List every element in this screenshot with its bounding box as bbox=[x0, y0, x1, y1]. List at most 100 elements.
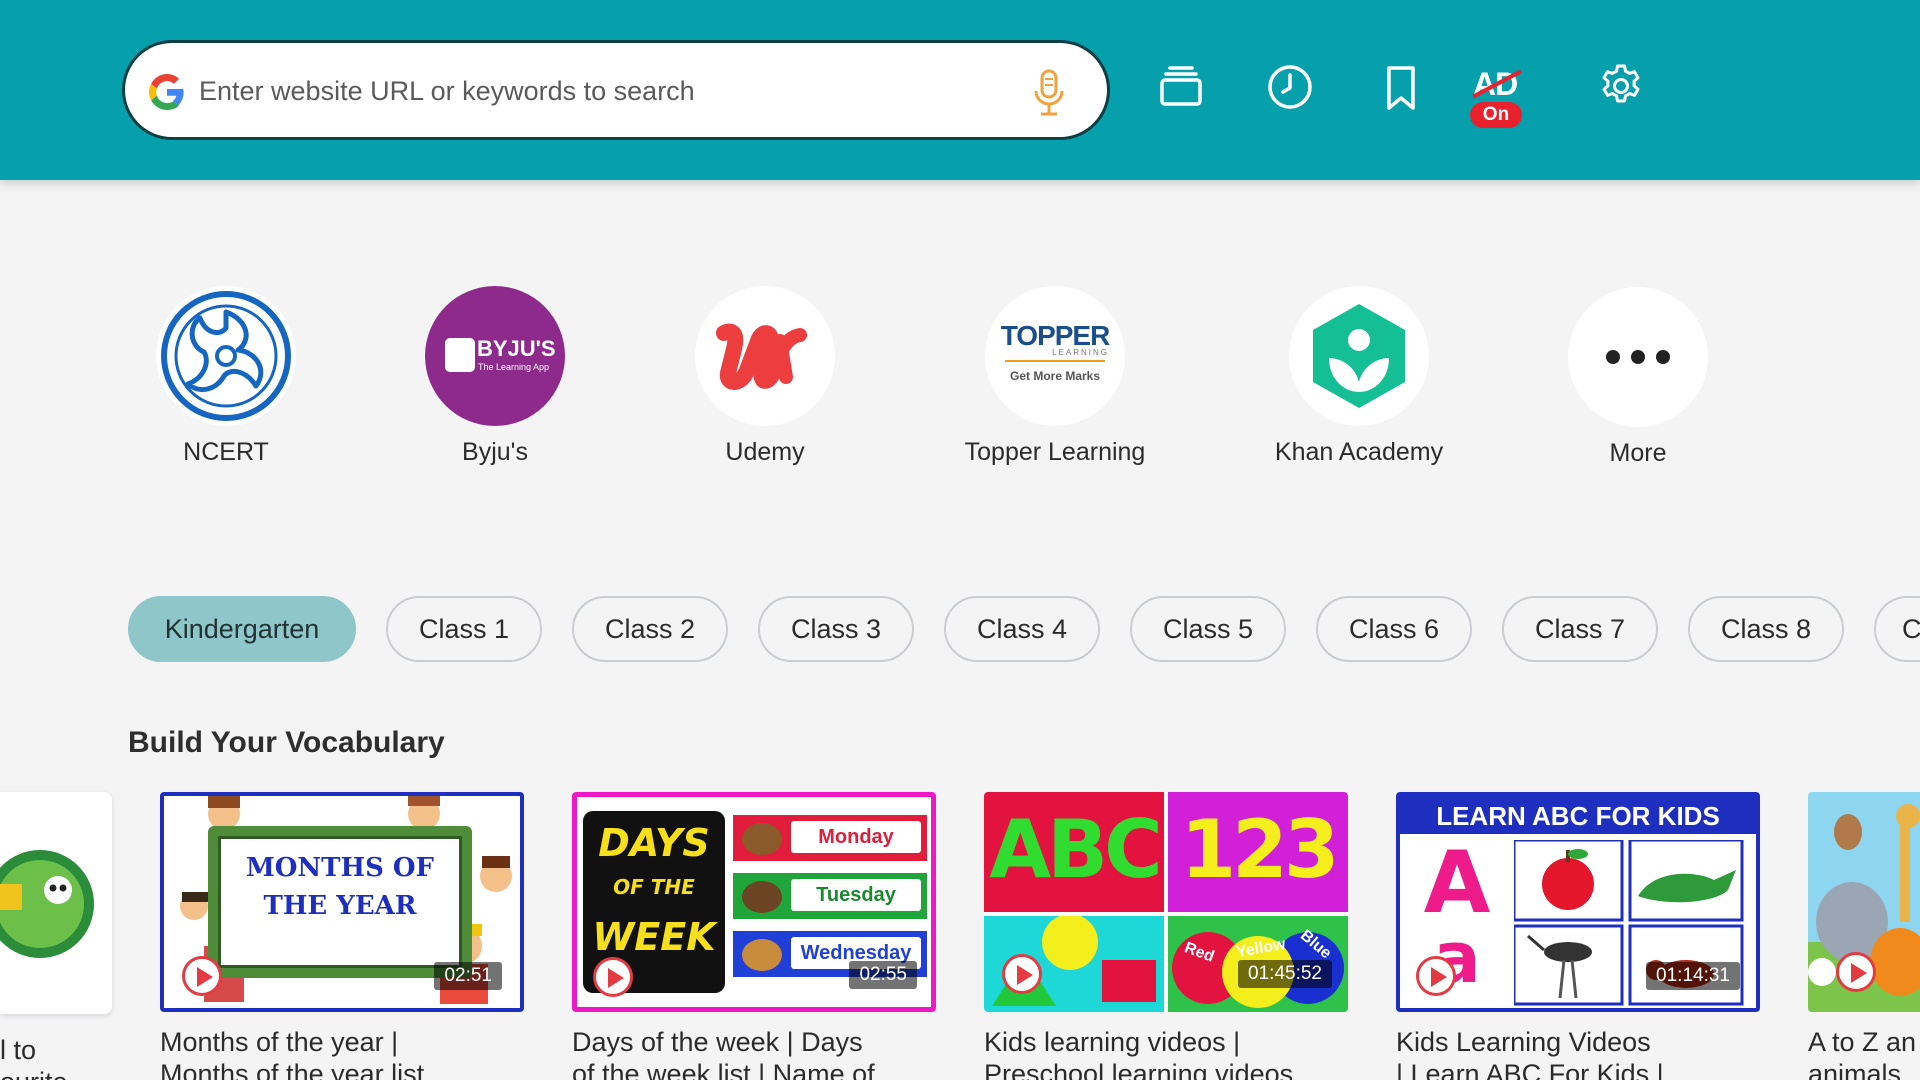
video-card-abc123[interactable]: ABC 123 Red Yellow Blue 01:45:52 Kids le bbox=[984, 792, 1348, 1080]
video-title: Kids learning videos | Preschool learnin… bbox=[984, 1026, 1344, 1080]
video-thumbnail: ABC 123 Red Yellow Blue 01:45:52 bbox=[984, 792, 1348, 1012]
abc-panel: ABC bbox=[984, 792, 1164, 912]
settings-icon[interactable] bbox=[1597, 62, 1645, 110]
thumb-text-line1: MONTHS OF bbox=[245, 853, 435, 883]
chip-class-1[interactable]: Class 1 bbox=[386, 596, 542, 662]
thumb-text-line2: THE YEAR bbox=[263, 891, 417, 921]
video-title-line1: Kids Learning Videos bbox=[1396, 1027, 1651, 1057]
byjus-logo-text: BYJU'S bbox=[477, 336, 556, 361]
video-thumbnail bbox=[1808, 792, 1920, 1012]
khan-academy-logo bbox=[1289, 286, 1429, 426]
thumb-text-line1: ABC bbox=[989, 803, 1163, 896]
number-panel: 123 bbox=[1168, 792, 1348, 912]
video-title-line2: of the week list | Name of bbox=[572, 1059, 875, 1080]
shortcut-label: NCERT bbox=[183, 438, 269, 466]
video-thumbnail: LEARN ABC FOR KIDS A a 01:14:31 bbox=[1396, 792, 1760, 1012]
microphone-icon[interactable] bbox=[1031, 69, 1067, 117]
video-thumbnail: MONTHS OF THE YEAR 02:51 bbox=[160, 792, 524, 1012]
video-title-line1: Days of the week | Days bbox=[572, 1027, 863, 1057]
video-title: Days of the week | Days of the week list… bbox=[572, 1026, 932, 1080]
ad-block-icon[interactable]: AD On bbox=[1468, 64, 1526, 130]
bookmark-icon[interactable] bbox=[1377, 64, 1425, 112]
board-surface: MONTHS OF THE YEAR bbox=[218, 836, 462, 968]
shortcut-label: Udemy bbox=[725, 438, 805, 466]
play-icon bbox=[182, 956, 222, 996]
chip-class-5[interactable]: Class 5 bbox=[1130, 596, 1286, 662]
play-icon bbox=[1002, 954, 1042, 994]
video-card-learn-abc[interactable]: LEARN ABC FOR KIDS A a 01:14:31 Kids Lea… bbox=[1396, 792, 1760, 1080]
video-duration: 01:45:52 bbox=[1238, 960, 1332, 988]
shortcut-label: Byju's bbox=[462, 438, 528, 466]
chip-class-6[interactable]: Class 6 bbox=[1316, 596, 1472, 662]
video-title-line2: | Learn ABC For Kids | bbox=[1396, 1059, 1664, 1080]
topper-learning-logo: TOPPER LEARNING Get More Marks bbox=[985, 286, 1125, 426]
partial-card-thumbnail bbox=[0, 850, 94, 958]
tabs-icon[interactable] bbox=[1157, 62, 1205, 110]
video-card-a-to-z-animals[interactable]: A to Z an animals bbox=[1808, 792, 1920, 1080]
thumb-text-line1: DAYS bbox=[598, 821, 710, 865]
section-title: Build Your Vocabulary bbox=[128, 726, 445, 759]
search-input[interactable] bbox=[199, 63, 979, 119]
more-icon bbox=[1568, 287, 1708, 427]
video-card-months[interactable]: MONTHS OF THE YEAR 02:51 Months of the y… bbox=[160, 792, 524, 1080]
play-icon bbox=[593, 957, 633, 997]
day-label: Monday bbox=[791, 821, 921, 853]
byjus-logo-subtext: The Learning App bbox=[478, 362, 550, 372]
chip-class-8[interactable]: Class 8 bbox=[1688, 596, 1844, 662]
shortcut-label: Topper Learning bbox=[964, 438, 1146, 466]
partial-card-title-line1: l to bbox=[0, 1035, 37, 1065]
byjus-b-mark bbox=[445, 338, 475, 372]
thumb-text-line2: OF THE bbox=[613, 875, 695, 899]
video-title: Kids Learning Videos | Learn ABC For Kid… bbox=[1396, 1026, 1756, 1080]
google-icon bbox=[149, 74, 184, 110]
shortcut-label: More bbox=[1609, 439, 1667, 467]
video-title-line1: A to Z an bbox=[1808, 1027, 1917, 1057]
video-thumbnail: DAYS OF THE WEEK Monday Tuesday Wednesda… bbox=[572, 792, 936, 1012]
shortcut-khan-academy[interactable]: Khan Academy bbox=[1239, 286, 1479, 467]
shortcut-udemy[interactable]: Udemy bbox=[645, 286, 885, 467]
chip-class-2[interactable]: Class 2 bbox=[572, 596, 728, 662]
play-icon bbox=[1836, 952, 1876, 992]
ad-block-status-badge: On bbox=[1470, 102, 1522, 128]
video-title-line2: animals bbox=[1808, 1059, 1902, 1080]
thumb-letter-upper: A bbox=[1423, 833, 1491, 933]
chip-class-7[interactable]: Class 7 bbox=[1502, 596, 1658, 662]
video-title-line1: Months of the year | bbox=[160, 1027, 399, 1057]
video-title: A to Z an animals bbox=[1808, 1026, 1920, 1080]
chip-kindergarten[interactable]: Kindergarten bbox=[128, 596, 356, 662]
thumb-text-line3: WEEK bbox=[592, 915, 716, 959]
shortcut-byjus[interactable]: BYJU'S The Learning App Byju's bbox=[375, 286, 615, 467]
video-title-line2: Months of the year list bbox=[160, 1059, 425, 1080]
thumb-text-line2: 123 bbox=[1180, 803, 1340, 896]
board-frame: MONTHS OF THE YEAR bbox=[208, 826, 472, 978]
video-card-days[interactable]: DAYS OF THE WEEK Monday Tuesday Wednesda… bbox=[572, 792, 936, 1080]
topper-logo-rule bbox=[1005, 360, 1105, 362]
day-label: Tuesday bbox=[791, 879, 921, 911]
play-icon bbox=[1416, 956, 1456, 996]
search-bar[interactable] bbox=[122, 40, 1110, 140]
partial-card-left[interactable] bbox=[0, 792, 112, 1014]
chip-class-3[interactable]: Class 3 bbox=[758, 596, 914, 662]
video-duration: 02:55 bbox=[849, 961, 917, 989]
history-icon[interactable] bbox=[1266, 63, 1314, 111]
shortcut-topper-learning[interactable]: TOPPER LEARNING Get More Marks Topper Le… bbox=[935, 286, 1175, 467]
video-title-line1: Kids learning videos | bbox=[984, 1027, 1241, 1057]
chip-class-4[interactable]: Class 4 bbox=[944, 596, 1100, 662]
byjus-logo: BYJU'S The Learning App bbox=[425, 286, 565, 426]
partial-card-title-line2: ourite bbox=[0, 1066, 68, 1080]
partial-card-title[interactable]: l to ourite bbox=[0, 1034, 68, 1080]
topper-logo-subtext: Get More Marks bbox=[1009, 369, 1101, 383]
video-title-line2: Preschool learning videos bbox=[984, 1059, 1294, 1080]
animal-illustrations bbox=[742, 823, 782, 971]
video-duration: 02:51 bbox=[434, 962, 502, 990]
thumb-banner: LEARN ABC FOR KIDS bbox=[1400, 796, 1756, 834]
top-toolbar: AD On bbox=[0, 0, 1920, 180]
shortcut-label: Khan Academy bbox=[1274, 438, 1444, 466]
topper-logo-midtext: LEARNING bbox=[1052, 348, 1109, 357]
shortcut-more[interactable]: More bbox=[1518, 287, 1758, 468]
video-duration: 01:14:31 bbox=[1646, 962, 1740, 990]
shortcut-ncert[interactable]: NCERT bbox=[106, 286, 346, 467]
udemy-logo bbox=[695, 286, 835, 426]
chip-partial[interactable]: C bbox=[1874, 596, 1920, 662]
video-title: Months of the year | Months of the year … bbox=[160, 1026, 520, 1080]
